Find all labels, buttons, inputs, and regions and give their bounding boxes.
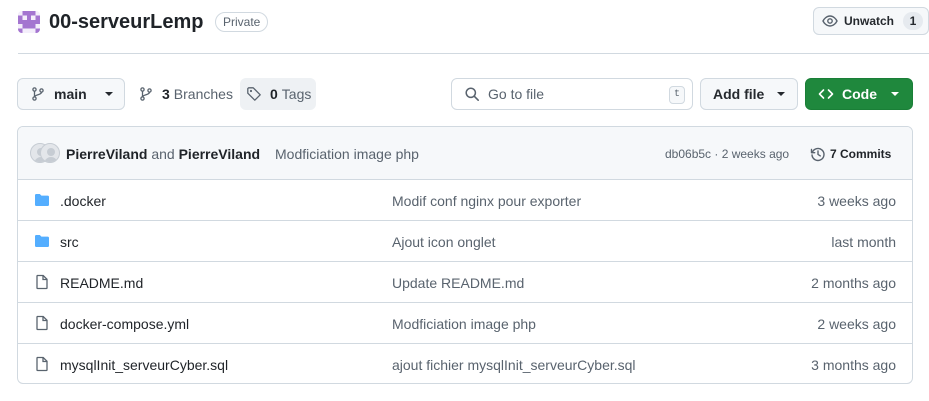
file-row[interactable]: .docker Modif conf nginx pour exporter 3 w… xyxy=(18,180,912,221)
git-branch-icon xyxy=(32,87,44,101)
file-browser: PierreViland and PierreViland Modficiati… xyxy=(17,126,913,384)
branches-count: 3 xyxy=(162,86,170,102)
visibility-badge: Private xyxy=(215,12,269,32)
watchers-count: 1 xyxy=(903,12,924,30)
unwatch-label: Unwatch xyxy=(844,14,895,28)
commits-count-label: 7 Commits xyxy=(830,147,892,161)
file-commit-message[interactable]: Update README.md xyxy=(392,274,524,292)
tag-icon xyxy=(247,87,261,101)
author-conjunction: and xyxy=(151,146,175,162)
file-name-link[interactable]: src xyxy=(60,233,79,251)
file-icon xyxy=(34,274,50,290)
repo-header: 00-serveurLemp Private Unwatch 1 xyxy=(0,0,929,54)
commits-history-link[interactable]: 7 Commits xyxy=(810,145,891,163)
file-name-link[interactable]: docker-compose.yml xyxy=(60,315,189,333)
file-commit-age: last month xyxy=(831,234,896,250)
author-link[interactable]: PierreViland xyxy=(66,146,147,162)
chevron-down-icon xyxy=(891,92,899,96)
file-commit-message[interactable]: Modif conf nginx pour exporter xyxy=(392,192,581,210)
file-icon xyxy=(34,356,50,372)
git-branch-icon xyxy=(140,87,152,101)
latest-commit-bar: PierreViland and PierreViland Modficiati… xyxy=(18,127,912,180)
branch-select-button[interactable]: main xyxy=(17,78,125,110)
header-divider xyxy=(18,53,929,54)
file-commit-message[interactable]: Ajout icon onglet xyxy=(392,233,496,251)
folder-icon xyxy=(34,192,50,208)
folder-icon xyxy=(34,233,50,249)
commit-author-avatars[interactable] xyxy=(30,143,62,163)
add-file-label: Add file xyxy=(713,86,765,102)
file-name-link[interactable]: .docker xyxy=(60,192,106,210)
keyboard-shortcut-hint: t xyxy=(669,86,685,104)
branch-name: main xyxy=(54,86,87,102)
search-input[interactable] xyxy=(488,86,658,102)
file-commit-age: 3 months ago xyxy=(811,357,896,373)
chevron-down-icon xyxy=(104,92,113,96)
history-icon xyxy=(810,147,825,162)
file-row[interactable]: src Ajout icon onglet last month xyxy=(18,221,912,262)
avatar xyxy=(40,143,60,163)
commit-authors: PierreViland and PierreViland xyxy=(66,145,260,163)
file-commit-age: 3 weeks ago xyxy=(817,193,896,209)
search-icon xyxy=(465,87,479,101)
branches-label: Branches xyxy=(173,86,233,102)
file-row[interactable]: mysqlInit_serveurCyber.sql ajout fichier … xyxy=(18,344,912,383)
tags-label: Tags xyxy=(281,86,312,102)
file-commit-age: 2 months ago xyxy=(811,275,896,291)
go-to-file-search[interactable]: t xyxy=(451,78,693,110)
branches-link[interactable]: 3 Branches xyxy=(138,78,233,110)
file-commit-age: 2 weeks ago xyxy=(817,316,896,332)
file-icon xyxy=(34,315,50,331)
repo-name[interactable]: 00-serveurLemp xyxy=(49,9,204,35)
chevron-down-icon xyxy=(777,92,786,96)
add-file-button[interactable]: Add file xyxy=(700,78,798,110)
file-row[interactable]: docker-compose.yml Modficiation image php… xyxy=(18,303,912,344)
code-button[interactable]: Code xyxy=(805,78,913,110)
unwatch-button[interactable]: Unwatch 1 xyxy=(813,7,929,35)
latest-commit-message[interactable]: Modficiation image php xyxy=(275,145,419,163)
tags-count: 0 xyxy=(270,86,278,102)
author-link[interactable]: PierreViland xyxy=(179,146,260,162)
code-label: Code xyxy=(842,86,877,102)
code-icon xyxy=(818,89,834,99)
repo-owner-avatar[interactable] xyxy=(18,11,40,33)
file-commit-message[interactable]: ajout fichier mysqlInit_serveurCyber.sql xyxy=(392,356,636,374)
tags-link[interactable]: 0 Tags xyxy=(240,78,316,110)
file-name-link[interactable]: README.md xyxy=(60,274,143,292)
eye-icon xyxy=(822,15,838,27)
commit-hash-age[interactable]: db06b5c · 2 weeks ago xyxy=(665,146,789,162)
file-commit-message[interactable]: Modficiation image php xyxy=(392,315,536,333)
file-row[interactable]: README.md Update README.md 2 months ago xyxy=(18,262,912,303)
file-name-link[interactable]: mysqlInit_serveurCyber.sql xyxy=(60,356,228,374)
